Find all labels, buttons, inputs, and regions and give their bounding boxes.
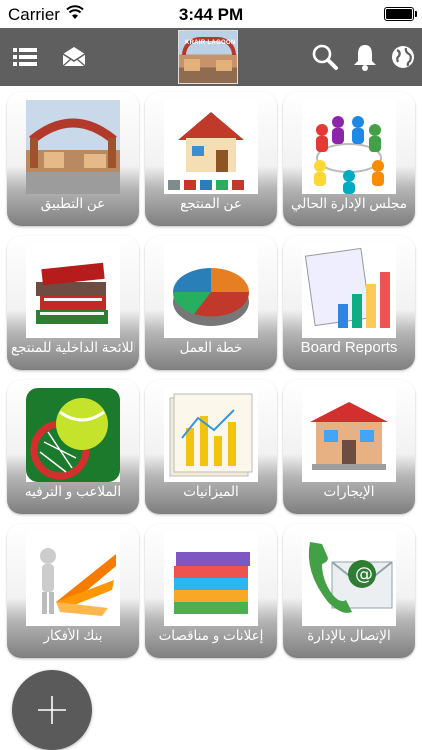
tennis-icon — [26, 388, 120, 482]
tile-internal-regulations[interactable]: اللائحة الداخلية للمنتجع — [7, 236, 139, 370]
budget-chart-icon — [164, 388, 258, 482]
books-icon — [26, 244, 120, 338]
tile-label: مجلس الإدارة الحالي — [291, 196, 407, 211]
bell-icon[interactable] — [350, 42, 380, 72]
tile-label: الميزانيات — [183, 484, 239, 499]
tile-ideas-bank[interactable]: بنك الأفكار — [7, 524, 139, 658]
tile-about-resort[interactable]: عن المنتجع — [145, 92, 277, 226]
tile-ads-tenders[interactable]: إعلانات و مناقصات — [145, 524, 277, 658]
tile-label: بنك الأفكار — [43, 628, 103, 643]
search-icon[interactable] — [310, 42, 340, 72]
shop-icon — [302, 388, 396, 482]
add-button[interactable] — [12, 670, 92, 750]
tile-label: الإيجارات — [323, 484, 375, 499]
nav-bar: KRAIR LAGOON — [0, 28, 422, 86]
tile-label: إعلانات و مناقصات — [158, 628, 264, 643]
tile-rentals[interactable]: الإيجارات — [283, 380, 415, 514]
tile-label: اللائحة الداخلية للمنتجع — [11, 340, 135, 355]
resort-logo: KRAIR LAGOON — [178, 30, 238, 84]
tile-work-plan[interactable]: خطة العمل — [145, 236, 277, 370]
tile-label: خطة العمل — [179, 340, 243, 355]
tile-budgets[interactable]: الميزانيات — [145, 380, 277, 514]
envelope-icon[interactable] — [59, 42, 89, 72]
status-time: 3:44 PM — [178, 5, 244, 24]
meeting-icon — [302, 100, 396, 194]
tile-sports-entertainment[interactable]: الملاعب و الترفيه — [7, 380, 139, 514]
list-icon[interactable] — [10, 42, 40, 72]
tile-board-reports[interactable]: Board Reports — [283, 236, 415, 370]
globe-icon[interactable] — [388, 42, 418, 72]
plus-icon — [38, 696, 66, 724]
tile-about-app[interactable]: عن التطبيق — [7, 92, 139, 226]
main-grid: مجلس الإدارة الحالي عن المنتجع عن التطبي… — [0, 86, 422, 750]
ideas-icon — [26, 532, 120, 626]
pie-chart-icon — [164, 244, 258, 338]
phone-email-icon: @ — [302, 532, 396, 626]
logo-text: KRAIR LAGOON — [185, 40, 236, 46]
tile-label: الملاعب و الترفيه — [24, 484, 122, 499]
tile-label: Board Reports — [300, 339, 398, 356]
status-bar: Carrier 3:44 PM — [0, 0, 422, 28]
svg-text:@: @ — [355, 564, 373, 585]
tile-label: عن التطبيق — [40, 196, 106, 211]
tile-label: الإتصال بالإدارة — [307, 628, 391, 643]
tile-contact-management[interactable]: @ الإتصال بالإدارة — [283, 524, 415, 658]
battery-icon — [384, 7, 417, 21]
bar-chart-icon — [302, 244, 396, 338]
tile-label: عن المنتجع — [180, 196, 242, 211]
tile-board-of-directors[interactable]: مجلس الإدارة الحالي — [283, 92, 415, 226]
resort-photo-icon — [26, 100, 120, 194]
folders-icon — [164, 532, 258, 626]
house-icon — [164, 100, 258, 194]
